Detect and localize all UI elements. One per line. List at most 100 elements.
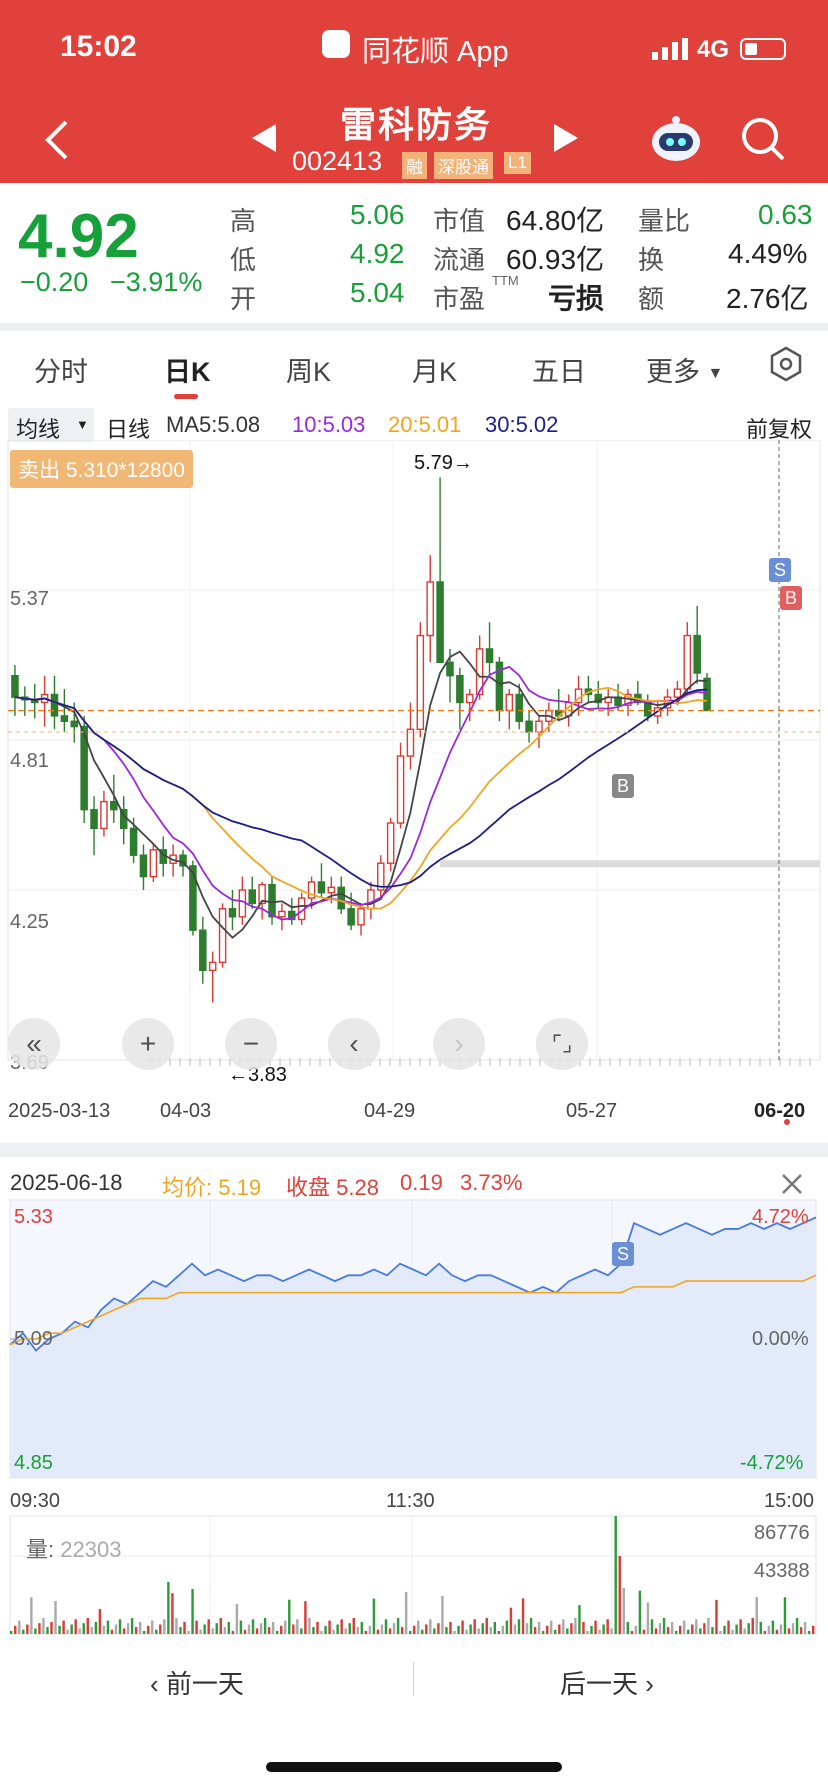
candle-body — [317, 881, 326, 894]
tab-daily-k[interactable]: 日K — [164, 350, 211, 389]
volume-bar — [582, 1621, 585, 1634]
volume-bar — [46, 1627, 49, 1634]
volume-bar — [537, 1621, 541, 1634]
volume-bar — [497, 1631, 501, 1634]
candle-body — [11, 675, 19, 698]
candle-body — [218, 908, 227, 964]
volume-bar — [533, 1627, 537, 1634]
volume-bar — [509, 1607, 513, 1634]
candle-body — [693, 634, 701, 674]
y-label-mid2: 4.25 — [10, 911, 49, 933]
volume-bar — [94, 1621, 98, 1634]
buy-marker-1: B — [780, 586, 802, 610]
back-icon[interactable] — [40, 118, 72, 162]
volume-bar — [421, 1629, 424, 1634]
active-tab-indicator — [174, 394, 198, 399]
volume-bar — [461, 1620, 464, 1634]
volume-bar — [755, 1597, 758, 1634]
zoom-out-button[interactable]: − — [225, 1018, 277, 1070]
volume-bar — [340, 1619, 343, 1634]
fullscreen-button[interactable]: ⌜⌟ — [536, 1018, 588, 1070]
volume-bar — [348, 1623, 351, 1634]
pe-label: 市盈 — [433, 284, 486, 314]
volume-bar — [558, 1624, 561, 1634]
volume-bar — [687, 1629, 690, 1634]
chevron-right-icon: › — [638, 1669, 654, 1699]
volume-bar — [118, 1619, 122, 1634]
volume-bar — [388, 1628, 392, 1634]
candle-body — [465, 693, 474, 704]
settings-hexagon-icon[interactable] — [768, 346, 804, 382]
kline-chart[interactable]: 卖出 5.310*12800 5.37 4.81 4.25 3.69 5.79→… — [0, 439, 828, 1160]
volume-bar — [324, 1625, 327, 1634]
tag-l1: L1 — [504, 152, 531, 174]
candle-body — [535, 720, 543, 733]
volume-bar — [352, 1618, 355, 1634]
tab-monthly-k[interactable]: 月K — [412, 350, 457, 389]
next-stock-icon[interactable] — [554, 124, 578, 152]
scroll-right-button[interactable]: › — [433, 1018, 485, 1070]
close-icon[interactable] — [780, 1172, 804, 1196]
candle-body — [337, 886, 345, 910]
volume-bar — [10, 1631, 13, 1634]
volume-bar — [376, 1629, 380, 1634]
candle-body — [446, 661, 454, 677]
open-value: 5.04 — [350, 277, 405, 308]
candle-body — [436, 581, 444, 664]
scroll-left-button[interactable]: ‹ — [328, 1018, 380, 1070]
volume-bar — [493, 1621, 497, 1634]
prev-day-label: 前一天 — [165, 1669, 244, 1699]
volume-bar — [368, 1625, 372, 1634]
tab-more[interactable]: 更多 ▼ — [646, 350, 723, 389]
volume-bar — [18, 1620, 21, 1634]
indicator-selector[interactable]: 均线 ▼ — [8, 408, 94, 442]
volume-bar — [78, 1628, 81, 1634]
tab-weekly-k[interactable]: 周K — [286, 350, 331, 389]
volume-y-mid: 43388 — [754, 1560, 810, 1582]
turnover-value: 4.49% — [728, 238, 808, 269]
volume-bar — [396, 1618, 400, 1634]
x-label-0429: 04-29 — [364, 1100, 416, 1122]
volume-bar — [719, 1631, 722, 1634]
volume-bar — [227, 1621, 231, 1634]
candle-body — [396, 755, 405, 824]
volume-bar — [122, 1628, 126, 1634]
fast-back-button[interactable]: « — [8, 1018, 60, 1070]
app-header: 15:02 同花顺 App 4G 雷科防务 002413 融 深股通 L1 — [0, 0, 828, 183]
volume-bar — [799, 1627, 803, 1634]
nav-divider — [413, 1662, 414, 1696]
volume-bar — [743, 1628, 746, 1634]
tab-five-day[interactable]: 五日 — [532, 350, 586, 389]
volume-bar — [699, 1628, 702, 1634]
next-day-button[interactable]: 后一天 › — [560, 1664, 654, 1701]
robot-assistant-icon[interactable] — [650, 112, 702, 164]
intraday-panel[interactable]: 2025-06-18 均价: 5.19 收盘 5.28 0.19 3.73% 5… — [0, 1160, 828, 1640]
prev-day-button[interactable]: ‹ 前一天 — [150, 1664, 244, 1701]
intraday-change: 0.19 — [400, 1170, 443, 1195]
volume-bar — [308, 1618, 311, 1634]
current-price: 4.92 — [18, 202, 139, 271]
volume-bar — [711, 1627, 714, 1634]
volume-bar — [175, 1618, 178, 1634]
volume-bar — [731, 1629, 734, 1634]
volume-bar — [545, 1625, 549, 1634]
volume-bar — [280, 1625, 283, 1634]
volume-bar — [562, 1619, 565, 1634]
amount-label: 额 — [638, 284, 665, 314]
tab-fenshi[interactable]: 分时 — [34, 350, 88, 389]
float-cap-value: 60.93亿 — [506, 244, 605, 275]
volume-bar — [473, 1619, 476, 1634]
zoom-in-button[interactable]: + — [122, 1018, 174, 1070]
volume-bar — [360, 1621, 364, 1634]
volume-bar — [541, 1631, 545, 1634]
volume-bar — [163, 1619, 166, 1634]
prev-stock-icon[interactable] — [252, 124, 276, 152]
volume-bar — [441, 1596, 444, 1634]
ma10-value: 10:5.03 — [292, 412, 366, 437]
candle-body — [416, 634, 425, 730]
volume-bar — [811, 1625, 815, 1634]
volume-bar — [654, 1628, 658, 1634]
volume-bar — [767, 1625, 771, 1634]
candle-body — [367, 889, 375, 910]
search-icon[interactable] — [740, 116, 786, 162]
